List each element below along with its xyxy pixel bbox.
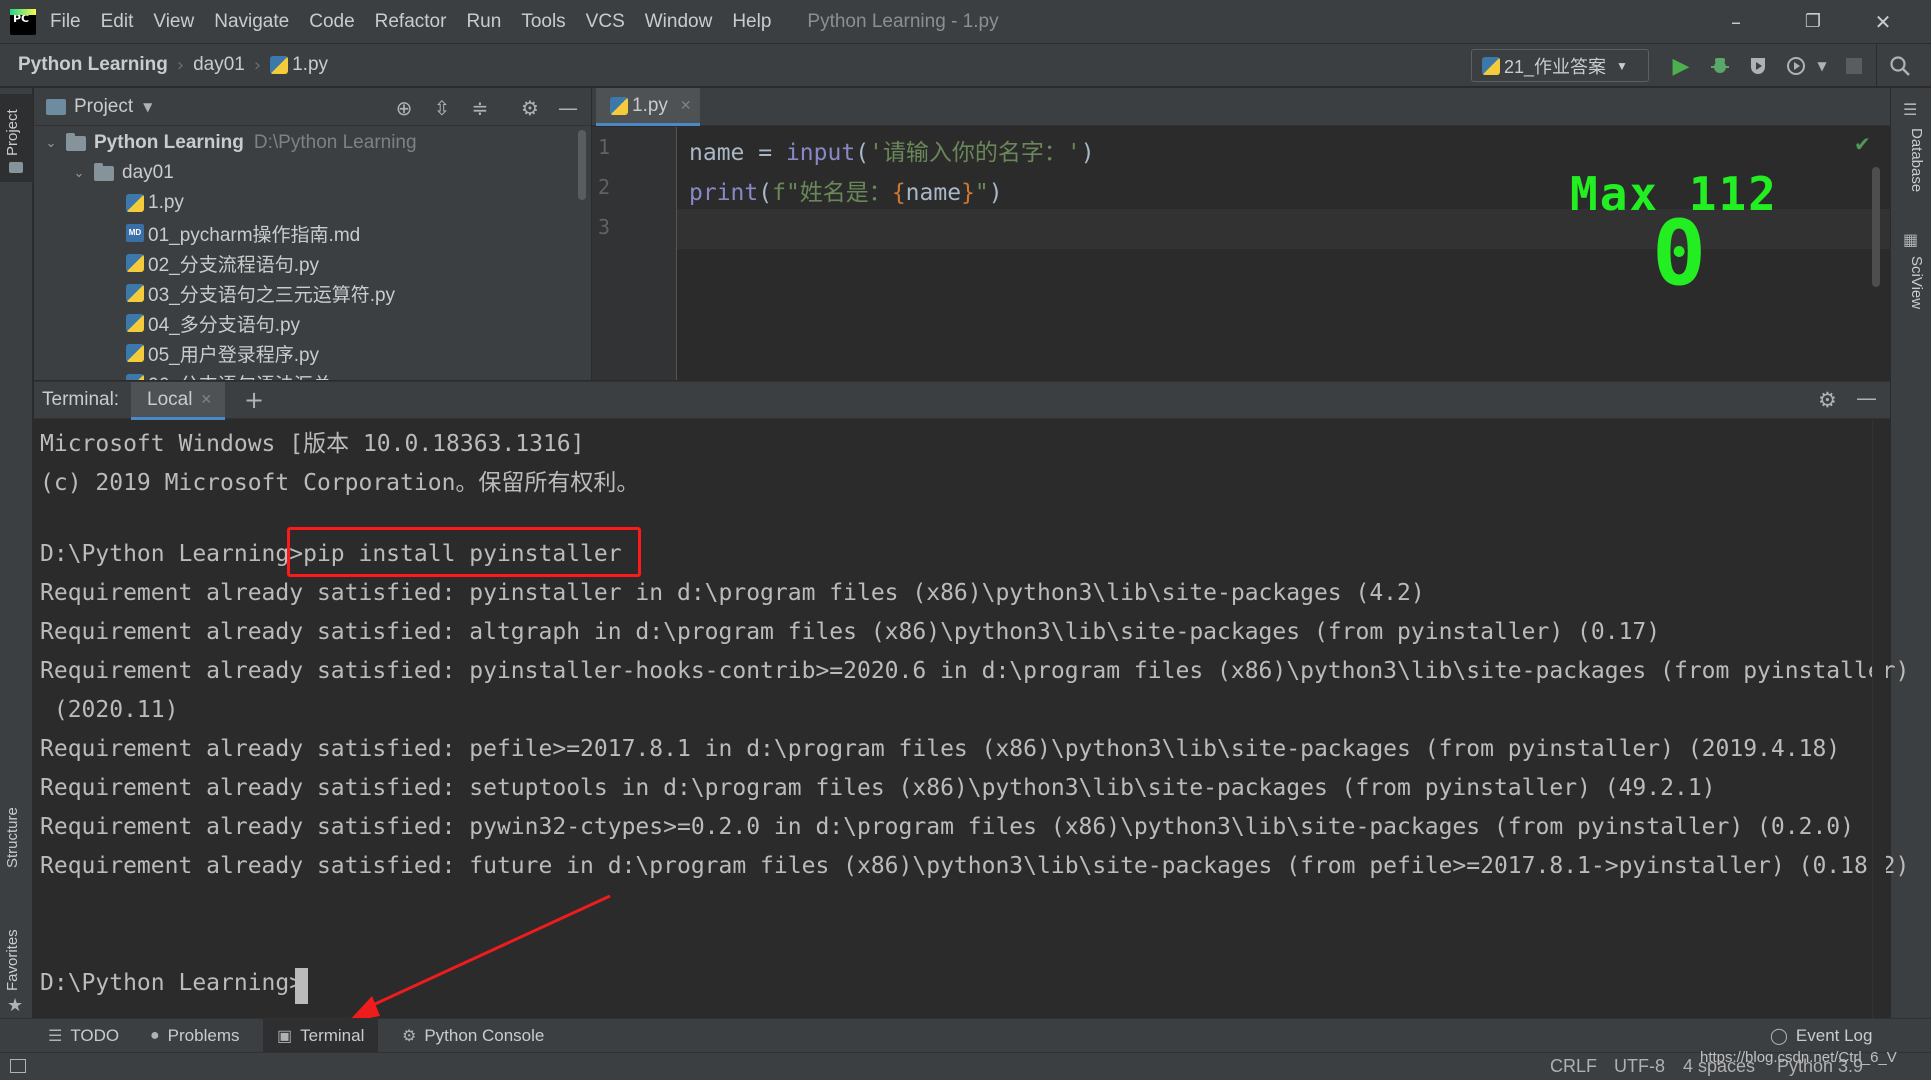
problems-icon: ● [150, 1027, 160, 1044]
list-icon: ☰ [48, 1028, 63, 1045]
encoding-status[interactable]: UTF-8 [1614, 1056, 1665, 1077]
bottom-tool-bar: ☰ TODO ● Problems ▣ Terminal ⚙ Python Co… [0, 1018, 1931, 1053]
watermark-text: https://blog.csdn.net/Ctrl_6_V [1700, 1049, 1897, 1066]
line-separator-status[interactable]: CRLF [1550, 1056, 1597, 1077]
status-bar: CRLF UTF-8 4 spaces Python 3.9 [0, 1052, 1931, 1080]
event-log-icon: ◯ [1770, 1028, 1788, 1045]
todo-tab[interactable]: ☰ TODO [48, 1019, 119, 1053]
todo-tab-label: TODO [70, 1026, 120, 1045]
event-log-tab[interactable]: ◯ Event Log [1770, 1019, 1872, 1053]
problems-tab-label: Problems [167, 1026, 240, 1045]
event-log-label: Event Log [1795, 1026, 1873, 1045]
python-console-icon: ⚙ [402, 1028, 417, 1045]
terminal-tab[interactable]: ▣ Terminal [263, 1019, 379, 1053]
terminal-tab-label: Terminal [300, 1026, 365, 1045]
python-console-tab[interactable]: ⚙ Python Console [402, 1019, 544, 1053]
toggle-tool-windows-icon[interactable] [10, 1059, 26, 1073]
annotation-arrow [348, 894, 611, 1022]
terminal-icon: ▣ [277, 1028, 293, 1045]
python-console-tab-label: Python Console [424, 1026, 545, 1045]
problems-tab[interactable]: ● Problems [150, 1019, 239, 1053]
